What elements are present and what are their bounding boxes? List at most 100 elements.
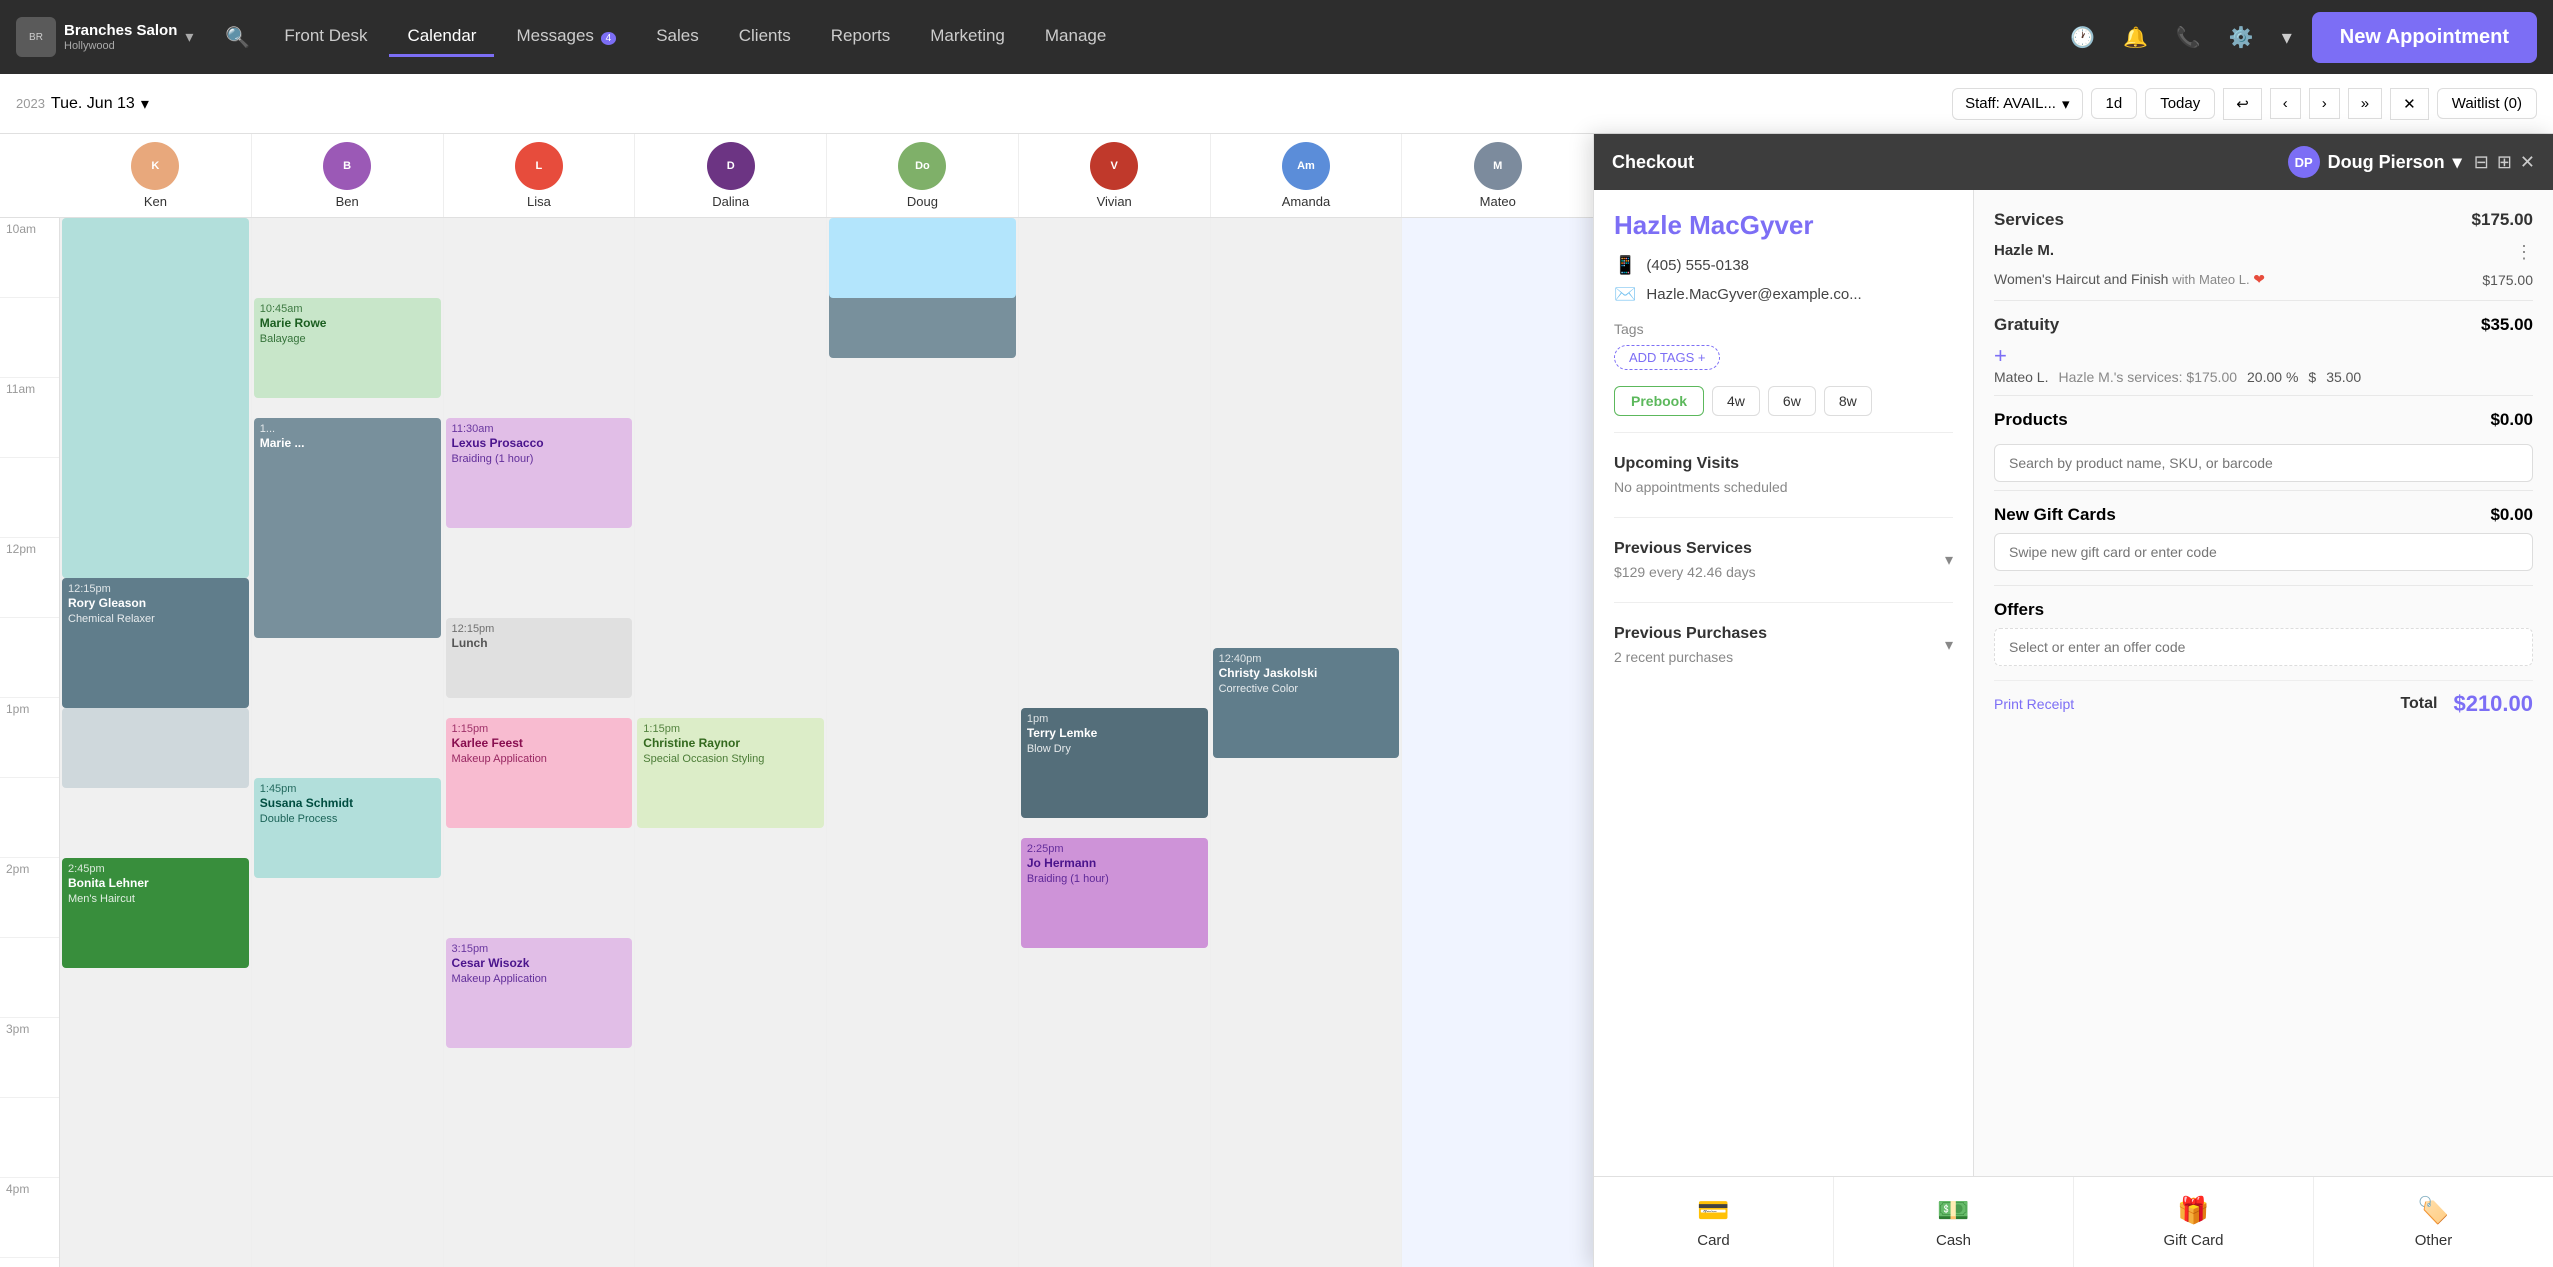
service-options-button[interactable]: ⋮ — [2515, 242, 2533, 263]
pay-gift-card-button[interactable]: 🎁 Gift Card — [2074, 1177, 2314, 1267]
client-email-row: ✉️ Hazle.MacGyver@example.co... — [1614, 284, 1953, 305]
phone-button[interactable]: 📞 — [2168, 17, 2209, 58]
gift-cards-title: New Gift Cards — [1994, 505, 2116, 525]
appointment-bonita[interactable]: 2:45pm Bonita Lehner Men's Haircut — [62, 858, 249, 968]
prebook-4w-button[interactable]: 4w — [1712, 386, 1760, 416]
email-icon: ✉️ — [1614, 284, 1636, 305]
product-search-input[interactable] — [1994, 444, 2533, 482]
gift-card-input[interactable] — [1994, 533, 2533, 571]
add-tags-button[interactable]: ADD TAGS + — [1614, 345, 1720, 370]
nav-front-desk[interactable]: Front Desk — [266, 18, 385, 57]
appointment-christy[interactable]: 12:40pm Christy Jaskolski Corrective Col… — [1213, 648, 1400, 758]
upcoming-visits-row[interactable]: Upcoming Visits No appointments schedule… — [1614, 447, 1953, 503]
add-gratuity-button[interactable]: + — [1994, 343, 2007, 369]
grid-col-dalina[interactable]: 1:15pm Christine Raynor Special Occasion… — [635, 218, 827, 1267]
settings-button[interactable]: ⚙️ — [2221, 17, 2262, 58]
appointment-jo[interactable]: 2:25pm Jo Hermann Braiding (1 hour) — [1021, 838, 1208, 948]
divider-3 — [1614, 602, 1953, 603]
time-1pm: 1pm — [0, 698, 59, 778]
prebook-8w-button[interactable]: 8w — [1824, 386, 1872, 416]
appointment-susana[interactable]: 1:45pm Susana Schmidt Double Process — [254, 778, 441, 878]
time-3pm: 3pm — [0, 1018, 59, 1098]
nav-sales[interactable]: Sales — [638, 18, 717, 57]
prebook-6w-button[interactable]: 6w — [1768, 386, 1816, 416]
nav-messages[interactable]: Messages 4 — [498, 18, 634, 57]
grid-col-lisa[interactable]: 11:30am Lexus Prosacco Braiding (1 hour)… — [444, 218, 636, 1267]
view-selector[interactable]: 1d — [2091, 88, 2138, 119]
date-label: Tue. Jun 13 — [51, 95, 135, 113]
appointment-doug-block[interactable] — [829, 218, 1016, 298]
nav-calendar[interactable]: Calendar — [389, 18, 494, 57]
nav-clients[interactable]: Clients — [721, 18, 809, 57]
grid-col-doug[interactable]: 9:40am Jeff Homenick Tint Retouch + High… — [827, 218, 1019, 1267]
nav-manage[interactable]: Manage — [1027, 18, 1124, 57]
appointment-cesar[interactable]: 3:15pm Cesar Wisozk Makeup Application — [446, 938, 633, 1048]
client-name[interactable]: Hazle MacGyver — [1614, 210, 1953, 241]
history-button[interactable]: 🕐 — [2062, 17, 2103, 58]
grid-col-mateo[interactable] — [1402, 218, 1594, 1267]
brand-chevron-icon[interactable]: ▾ — [185, 27, 193, 47]
appointment-ken-empty[interactable] — [62, 708, 249, 788]
time-column: 10am 11am 12pm 1pm 2pm 3pm 4pm — [0, 218, 60, 1267]
staff-col-dalina: D Dalina — [635, 134, 827, 217]
close-nav-button[interactable]: ✕ — [2390, 88, 2429, 120]
pay-gift-label: Gift Card — [2163, 1232, 2223, 1249]
appointment-ken-block[interactable] — [62, 218, 249, 578]
checkout-user-avatar: DP — [2288, 146, 2320, 178]
prev-button[interactable]: ‹ — [2270, 88, 2301, 119]
grid-col-vivian[interactable]: 1pm Terry Lemke Blow Dry 2:25pm Jo Herma… — [1019, 218, 1211, 1267]
pay-other-button[interactable]: 🏷️ Other — [2314, 1177, 2553, 1267]
appointment-terry[interactable]: 1pm Terry Lemke Blow Dry — [1021, 708, 1208, 818]
appointment-christine[interactable]: 1:15pm Christine Raynor Special Occasion… — [637, 718, 824, 828]
grid-col-ken[interactable]: 12:15pm Rory Gleason Chemical Relaxer 2:… — [60, 218, 252, 1267]
maximize-button[interactable]: ⊞ — [2497, 152, 2512, 173]
nav-marketing[interactable]: Marketing — [912, 18, 1023, 57]
search-button[interactable]: 🔍 — [217, 17, 258, 58]
grid-col-amanda[interactable]: 12:40pm Christy Jaskolski Corrective Col… — [1211, 218, 1403, 1267]
time-12pm: 12pm — [0, 538, 59, 618]
appointment-marie-rowe[interactable]: 10:45am Marie Rowe Balayage — [254, 298, 441, 398]
main-nav: Front Desk Calendar Messages 4 Sales Cli… — [266, 18, 2054, 57]
previous-purchases-arrow: ▾ — [1945, 635, 1953, 655]
offers-input[interactable] — [1994, 628, 2533, 666]
staff-selector[interactable]: Staff: AVAIL... ▾ — [1952, 88, 2082, 120]
new-appointment-button[interactable]: New Appointment — [2312, 12, 2537, 63]
year-label: 2023 — [16, 96, 45, 111]
next-button[interactable]: › — [2309, 88, 2340, 119]
previous-services-arrow: ▾ — [1945, 550, 1953, 570]
previous-purchases-row[interactable]: Previous Purchases 2 recent purchases ▾ — [1614, 617, 1953, 673]
offers-section: Offers — [1994, 600, 2533, 666]
nav-reports[interactable]: Reports — [813, 18, 909, 57]
card-icon: 💳 — [1697, 1195, 1729, 1226]
pay-card-button[interactable]: 💳 Card — [1594, 1177, 1834, 1267]
upcoming-visits-sub: No appointments scheduled — [1614, 479, 1788, 495]
expand-button[interactable]: ▾ — [2274, 17, 2300, 58]
brand[interactable]: BR Branches Salon Hollywood ▾ — [16, 17, 193, 57]
appointment-lexus[interactable]: 11:30am Lexus Prosacco Braiding (1 hour) — [446, 418, 633, 528]
prebook-button[interactable]: Prebook — [1614, 386, 1704, 416]
skip-button[interactable]: » — [2348, 88, 2382, 119]
minimize-button[interactable]: ⊟ — [2474, 152, 2489, 173]
checkout-stylist-name: Doug Pierson — [2328, 152, 2445, 173]
brand-logo: BR — [16, 17, 56, 57]
staff-col-doug: Do Doug — [827, 134, 1019, 217]
pay-other-label: Other — [2415, 1232, 2453, 1249]
date-selector[interactable]: 2023 Tue. Jun 13 ▾ — [16, 94, 149, 114]
gratuity-dollar: $ — [2308, 369, 2316, 385]
pay-cash-button[interactable]: 💵 Cash — [1834, 1177, 2074, 1267]
previous-services-row[interactable]: Previous Services $129 every 42.46 days … — [1614, 532, 1953, 588]
time-1030 — [0, 298, 59, 378]
print-receipt-link[interactable]: Print Receipt — [1994, 696, 2074, 712]
today-button[interactable]: Today — [2145, 88, 2215, 119]
waitlist-button[interactable]: Waitlist (0) — [2437, 88, 2537, 119]
service-item-row[interactable]: Women's Haircut and Finish with Mateo L.… — [1994, 267, 2533, 292]
appointment-rory[interactable]: 12:15pm Rory Gleason Chemical Relaxer — [62, 578, 249, 708]
gratuity-amount: $35.00 — [2481, 315, 2533, 335]
appointment-marie2[interactable]: 1... Marie ... — [254, 418, 441, 638]
appointment-karlee[interactable]: 1:15pm Karlee Feest Makeup Application — [446, 718, 633, 828]
notifications-button[interactable]: 🔔 — [2115, 17, 2156, 58]
grid-col-ben[interactable]: 10:45am Marie Rowe Balayage 1... Marie .… — [252, 218, 444, 1267]
appointment-lunch[interactable]: 12:15pm Lunch — [446, 618, 633, 698]
close-checkout-button[interactable]: ✕ — [2520, 152, 2535, 173]
undo-button[interactable]: ↩ — [2223, 88, 2262, 120]
